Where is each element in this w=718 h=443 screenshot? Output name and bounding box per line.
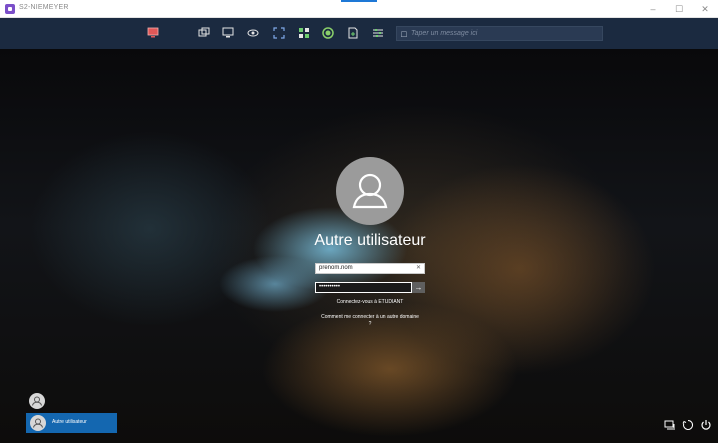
- user-tile-selected[interactable]: Autre utilisateur: [26, 413, 117, 433]
- sign-in-domain-text: Connectez-vous à ETUDIANT: [336, 299, 404, 305]
- close-button[interactable]: ✕: [692, 0, 718, 18]
- window-titlebar: S2-NIEMEYER – ☐ ✕: [0, 0, 718, 18]
- power-icon[interactable]: [700, 419, 712, 431]
- password-field[interactable]: ••••••••••: [315, 282, 412, 293]
- monitor-icon[interactable]: [146, 26, 160, 40]
- submit-arrow-button[interactable]: →: [412, 282, 425, 293]
- user-tile-label: Autre utilisateur: [52, 419, 87, 425]
- settings-sliders-icon[interactable]: [371, 26, 385, 40]
- maximize-button[interactable]: ☐: [666, 0, 692, 18]
- fullscreen-icon[interactable]: [272, 26, 286, 40]
- connection-indicator: [341, 0, 377, 2]
- username-label: Autre utilisateur: [314, 232, 426, 249]
- screens-icon[interactable]: [197, 26, 211, 40]
- user-avatar-small-icon[interactable]: [29, 393, 45, 409]
- user-avatar-icon: [336, 157, 404, 225]
- username-field-value: prenom.nom: [319, 265, 353, 271]
- user-tile-avatar-icon: [30, 415, 46, 431]
- username-field[interactable]: prenom.nom ✕: [315, 263, 425, 274]
- accessibility-icon[interactable]: [682, 419, 694, 431]
- remote-toolbar: □ Taper un message ici: [0, 18, 718, 49]
- record-icon[interactable]: [321, 26, 335, 40]
- clear-icon[interactable]: ✕: [416, 264, 421, 273]
- chat-icon: □: [401, 28, 407, 39]
- grid-icon[interactable]: [297, 26, 311, 40]
- network-icon[interactable]: [664, 419, 676, 431]
- window-title: S2-NIEMEYER: [19, 4, 69, 11]
- view-icon[interactable]: [246, 26, 260, 40]
- other-domain-link[interactable]: Comment me connecter à un autre domaine …: [320, 314, 420, 328]
- message-input[interactable]: □ Taper un message ici: [396, 26, 603, 41]
- app-icon: [5, 4, 15, 14]
- minimize-button[interactable]: –: [640, 0, 666, 18]
- file-transfer-icon[interactable]: [346, 26, 360, 40]
- display-icon[interactable]: [221, 26, 235, 40]
- message-placeholder: Taper un message ici: [411, 30, 478, 37]
